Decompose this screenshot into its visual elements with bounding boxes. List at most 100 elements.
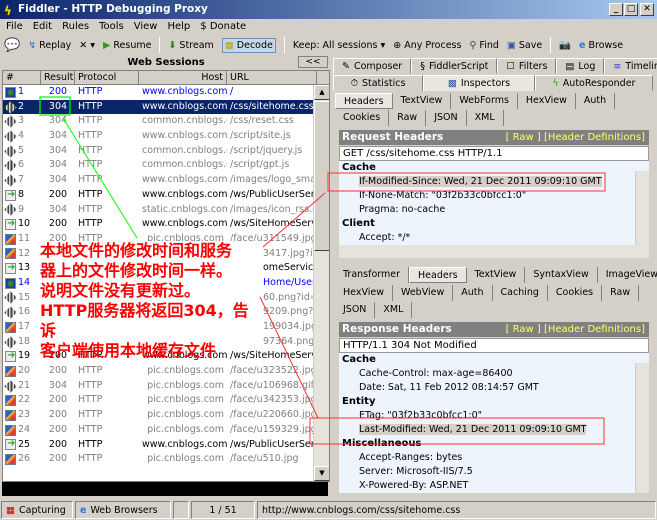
- res-tab-xml[interactable]: XML: [375, 302, 413, 318]
- capturing-toggle[interactable]: ▦ Capturing: [1, 501, 73, 519]
- header-line[interactable]: Accept: */*: [339, 231, 649, 245]
- find-button[interactable]: ⚲ Find: [469, 40, 498, 51]
- browse-button[interactable]: e Browse: [579, 40, 623, 51]
- req-tab-hexview[interactable]: HexView: [518, 93, 576, 109]
- table-row[interactable]: 6 304 HTTP common.cnblogs.com /script/gp…: [3, 158, 329, 173]
- table-row[interactable]: 26 200 HTTP pic.cnblogs.com /face/u510.j…: [3, 452, 329, 467]
- req-tab-auth[interactable]: Auth: [576, 93, 616, 109]
- res-tab-syntaxview[interactable]: SyntaxView: [525, 267, 598, 283]
- menu-donate[interactable]: $ Donate: [200, 19, 246, 35]
- table-row[interactable]: 9 304 HTTP static.cnblogs.com /images/ic…: [3, 203, 329, 218]
- headers-vscrollbar[interactable]: [635, 171, 649, 245]
- tab-statistics[interactable]: ⏱ Statistics: [333, 75, 423, 91]
- menu-edit[interactable]: Edit: [33, 19, 52, 35]
- table-row[interactable]: 3 304 HTTP common.cnblogs.com /css/reset…: [3, 114, 329, 129]
- tab-timeline[interactable]: ≡Timeline: [604, 58, 657, 74]
- header-group[interactable]: Client: [339, 217, 649, 231]
- header-line[interactable]: Pragma: no-cache: [339, 203, 649, 217]
- table-row[interactable]: 24 200 HTTP pic.cnblogs.com /face/u15932…: [3, 423, 329, 438]
- table-row[interactable]: 2 304 HTTP www.cnblogs.com /css/sitehome…: [3, 99, 329, 115]
- res-tab-auth[interactable]: Auth: [453, 285, 493, 301]
- header-group[interactable]: Entity: [339, 395, 649, 409]
- table-row[interactable]: 10 200 HTTP www.cnblogs.com /ws/SiteHome…: [3, 217, 329, 232]
- res-tab-caching[interactable]: Caching: [493, 285, 548, 301]
- req-tab-webforms[interactable]: WebForms: [451, 93, 518, 109]
- request-hscrollbar[interactable]: [339, 245, 649, 258]
- collapse-button[interactable]: <<: [298, 56, 328, 68]
- menu-tools[interactable]: Tools: [99, 19, 124, 35]
- remove-button[interactable]: ✕ ▾: [79, 40, 95, 51]
- res-tab-transformer[interactable]: Transformer: [335, 267, 410, 283]
- header-line[interactable]: Accept-Ranges: bytes: [339, 451, 649, 465]
- req-tab-textview[interactable]: TextView: [393, 93, 452, 109]
- menu-rules[interactable]: Rules: [62, 19, 89, 35]
- menu-help[interactable]: Help: [167, 19, 190, 35]
- close-button[interactable]: ✕: [640, 3, 654, 16]
- table-row[interactable]: 4 304 HTTP www.cnblogs.com /script/site.…: [3, 129, 329, 144]
- header-line[interactable]: Last-Modified: Wed, 21 Dec 2011 09:09:10…: [339, 423, 649, 437]
- table-row[interactable]: 8 200 HTTP www.cnblogs.com /ws/PublicUse…: [3, 188, 329, 203]
- comment-button[interactable]: 💬: [4, 38, 20, 53]
- save-button[interactable]: ▣ Save: [507, 40, 542, 51]
- header-group[interactable]: Miscellaneous: [339, 437, 649, 451]
- menu-view[interactable]: View: [134, 19, 158, 35]
- scroll-up-button[interactable]: ▲: [314, 85, 329, 100]
- tab-composer[interactable]: ✎ Composer: [333, 58, 412, 74]
- col-url[interactable]: URL: [227, 71, 317, 84]
- screenshot-button[interactable]: 📷: [559, 40, 571, 51]
- req-tab-json[interactable]: JSON: [426, 110, 467, 126]
- menu-file[interactable]: File: [6, 19, 23, 35]
- tab-inspectors[interactable]: ▩ Inspectors: [423, 75, 535, 91]
- res-tab-imageview[interactable]: ImageView: [598, 267, 657, 283]
- col-number[interactable]: #: [3, 71, 41, 84]
- header-group[interactable]: Cache: [339, 353, 649, 367]
- res-tab-hexview[interactable]: HexView: [335, 285, 393, 301]
- header-line[interactable]: Date: Sat, 11 Feb 2012 08:14:57 GMT: [339, 381, 649, 395]
- table-row[interactable]: 22 200 HTTP pic.cnblogs.com /face/u34235…: [3, 393, 329, 408]
- scroll-thumb[interactable]: [314, 101, 329, 251]
- process-filter[interactable]: e Web Browsers: [75, 501, 171, 519]
- res-tab-json[interactable]: JSON: [335, 302, 376, 318]
- req-tab-raw[interactable]: Raw: [389, 110, 427, 126]
- table-row[interactable]: 1 200 HTTP www.cnblogs.com /: [3, 85, 329, 100]
- table-row[interactable]: 7 304 HTTP www.cnblogs.com /images/logo_…: [3, 173, 329, 188]
- header-line[interactable]: ETag: "03f2b33c0bfcc1:0": [339, 409, 649, 423]
- maximize-button[interactable]: □: [624, 3, 638, 16]
- header-line[interactable]: Server: Microsoft-IIS/7.5: [339, 465, 649, 479]
- replay-button[interactable]: ↯ Replay: [28, 40, 71, 51]
- headers-vscrollbar[interactable]: [635, 363, 649, 493]
- decode-button[interactable]: ▦ Decode: [221, 37, 276, 53]
- col-host[interactable]: Host: [139, 71, 227, 84]
- table-row[interactable]: 23 200 HTTP pic.cnblogs.com /face/u22066…: [3, 408, 329, 423]
- tab-fiddlerscript[interactable]: § FiddlerScript: [411, 58, 498, 74]
- res-tab-headers[interactable]: Headers: [409, 267, 467, 283]
- stream-button[interactable]: ⬇ Stream: [168, 40, 213, 51]
- col-protocol[interactable]: Protocol: [75, 71, 139, 84]
- table-row[interactable]: 25 200 HTTP www.cnblogs.com /ws/PublicUs…: [3, 438, 329, 453]
- table-row[interactable]: 20 200 HTTP pic.cnblogs.com /face/u32352…: [3, 364, 329, 379]
- req-tab-headers[interactable]: Headers: [335, 93, 393, 109]
- req-tab-xml[interactable]: XML: [467, 110, 504, 126]
- header-line[interactable]: X-Powered-By: ASP.NET: [339, 479, 649, 493]
- table-row[interactable]: 21 304 HTTP pic.cnblogs.com /face/u10696…: [3, 379, 329, 394]
- res-tab-raw[interactable]: Raw: [602, 285, 640, 301]
- header-line[interactable]: Cache-Control: max-age=86400: [339, 367, 649, 381]
- keep-sessions-dropdown[interactable]: Keep: All sessions ▾: [293, 40, 385, 51]
- any-process-button[interactable]: ⊕ Any Process: [393, 40, 461, 51]
- col-result[interactable]: Result: [41, 71, 75, 84]
- scroll-down-button[interactable]: ▼: [314, 466, 329, 481]
- header-line[interactable]: If-Modified-Since: Wed, 21 Dec 2011 09:0…: [339, 175, 649, 189]
- res-tab-textview[interactable]: TextView: [467, 267, 526, 283]
- header-line[interactable]: If-None-Match: "03f2b33c0bfcc1:0": [339, 189, 649, 203]
- request-header-links[interactable]: [ Raw ] [Header Definitions]: [506, 130, 645, 145]
- table-row[interactable]: 5 304 HTTP common.cnblogs.com /script/jq…: [3, 144, 329, 159]
- vertical-scrollbar[interactable]: ▲ ▼: [313, 85, 329, 481]
- res-tab-cookies[interactable]: Cookies: [548, 285, 603, 301]
- tab-filters[interactable]: ☐ Filters: [497, 58, 557, 74]
- tab-autoresponder[interactable]: ϟ AutoResponder: [535, 75, 653, 91]
- req-tab-cookies[interactable]: Cookies: [335, 110, 390, 126]
- quickexec-box[interactable]: [2, 482, 328, 496]
- minimize-button[interactable]: _: [609, 3, 623, 16]
- res-tab-webview[interactable]: WebView: [393, 285, 454, 301]
- tab-log[interactable]: ▤ Log: [556, 58, 605, 74]
